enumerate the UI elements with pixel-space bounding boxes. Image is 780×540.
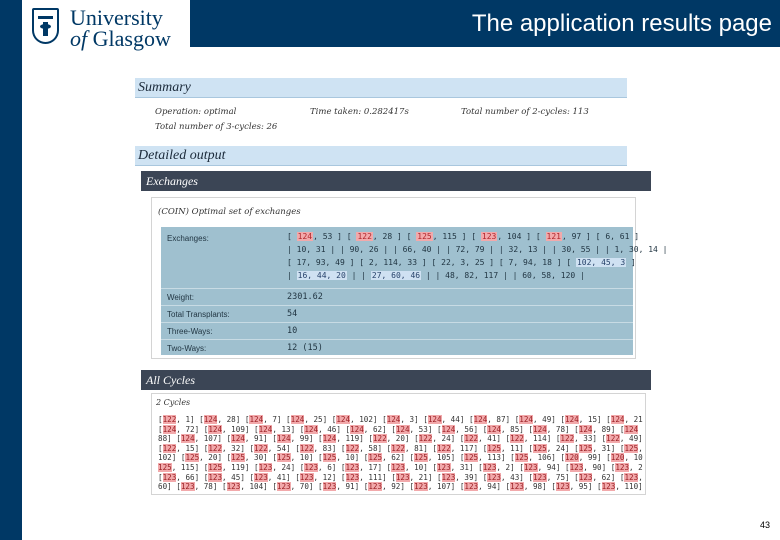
exchange-text: , 53 ] [ xyxy=(313,232,357,241)
highlighted-entry: 121 xyxy=(545,232,562,241)
highlighted-entry: 125 xyxy=(416,232,433,241)
university-logo: University of Glasgow xyxy=(22,0,190,56)
slide-title: The application results page xyxy=(471,10,772,37)
cycles-panel: 2 Cycles [122, 1] [124, 28] [124, 7] [12… xyxy=(151,393,646,495)
highlighted-entry: 122 xyxy=(356,232,373,241)
row-value-three-ways: 10 xyxy=(287,326,298,336)
exchanges-panel-title: (COIN) Optimal set of exchanges xyxy=(158,207,301,217)
exchange-line: [ 17, 93, 49 ] [ 2, 114, 33 ] [ 22, 3, 2… xyxy=(287,258,636,267)
exchange-text: [ 17, 93, 49 ] [ 2, 114, 33 ] [ 22, 3, 2… xyxy=(287,258,576,267)
cycle-line: 125, 115] [125, 119] [123, 24] [123, 6] … xyxy=(158,462,643,472)
exchange-text: | | 48, 82, 117 | | 60, 58, 120 | xyxy=(421,271,585,280)
title-banner: The application results page xyxy=(190,0,780,47)
crest-icon xyxy=(32,8,59,44)
exchange-line: [ 124, 53 ] [ 122, 28 ] [ 125, 115 ] [ 1… xyxy=(287,232,639,241)
exchange-line: | 10, 31 | | 90, 26 | | 66, 40 | | 72, 7… xyxy=(287,245,668,254)
row-label-two-ways: Two-Ways: xyxy=(167,344,207,353)
summary-box: Operation: optimal Time taken: 0.282417s… xyxy=(135,98,627,140)
exchange-text: [ xyxy=(287,232,297,241)
exchange-line: | 16, 44, 20 | | 27, 60, 46 | | 48, 82, … xyxy=(287,271,585,280)
summary-header: Summary xyxy=(135,78,627,98)
row-label-exchanges: Exchanges: xyxy=(167,234,209,243)
table-row: Weight: 2301.62 xyxy=(161,289,633,306)
cycle-line: [122, 15] [122, 32] [122, 54] [122, 83] … xyxy=(158,443,643,453)
highlighted-entry: 16, 44, 20 xyxy=(296,271,347,280)
left-sidebar-band xyxy=(0,0,22,540)
highlighted-entry: 27, 60, 46 xyxy=(370,271,422,280)
summary-time-taken: Time taken: 0.282417s xyxy=(310,107,409,117)
exchanges-section-header[interactable]: Exchanges xyxy=(141,171,651,191)
exchange-text: , 115 ] [ xyxy=(432,232,481,241)
highlighted-entry: 123 xyxy=(480,232,498,241)
detailed-output-header: Detailed output xyxy=(135,146,627,166)
cycles-panel-title: 2 Cycles xyxy=(156,398,191,407)
logo-text-glasgow: of Glasgow xyxy=(70,26,171,51)
cycle-lines: [122, 1] [124, 28] [124, 7] [124, 25] [1… xyxy=(158,415,643,492)
summary-operation: Operation: optimal xyxy=(155,107,237,117)
highlighted-entry: 124 xyxy=(296,232,314,241)
exchange-text: | 10, 31 | | 90, 26 | | 66, 40 | | 72, 7… xyxy=(287,245,668,254)
exchange-text: , 97 ] [ 6, 61 ] xyxy=(561,232,640,241)
exchange-text: ] xyxy=(626,258,636,267)
cycle-line: [124, 72] [124, 109] [124, 13] [124, 46]… xyxy=(158,424,639,434)
page-number: 43 xyxy=(759,520,770,530)
cycle-line: [122, 1] [124, 28] [124, 7] [124, 25] [1… xyxy=(158,415,643,424)
table-row: Two-Ways: 12 (15) xyxy=(161,340,633,355)
row-label-three-ways: Three-Ways: xyxy=(167,327,213,336)
summary-total-two-cycles: Total number of 2-cycles: 113 xyxy=(461,107,589,117)
exchange-text: | | xyxy=(346,271,371,280)
table-row: Exchanges: [ 124, 53 ] [ 122, 28 ] [ 125… xyxy=(161,227,668,289)
exchange-text: , 104 ] [ xyxy=(497,232,546,241)
cycle-line: 88] [124, 107] [124, 91] [124, 99] [124,… xyxy=(158,434,643,444)
highlighted-entry: 102, 45, 3 xyxy=(575,258,627,267)
cycle-line: [123, 66] [123, 45] [123, 41] [123, 12] … xyxy=(158,472,643,482)
exchanges-table: Exchanges: [ 124, 53 ] [ 122, 28 ] [ 125… xyxy=(161,227,668,355)
table-row: Three-Ways: 10 xyxy=(161,323,633,340)
all-cycles-section-header[interactable]: All Cycles xyxy=(141,370,651,390)
exchanges-panel: (COIN) Optimal set of exchanges Exchange… xyxy=(151,197,668,359)
exchange-text: , 28 ] [ xyxy=(372,232,417,241)
cycle-line: 60] [123, 78] [123, 104] [123, 70] [123,… xyxy=(158,482,643,492)
row-label-weight: Weight: xyxy=(167,293,194,302)
exchange-text: | xyxy=(287,271,297,280)
cycle-line: 102] [125, 20] [125, 30] [125, 10] [125,… xyxy=(158,453,643,463)
summary-total-three-cycles: Total number of 3-cycles: 26 xyxy=(155,122,278,132)
row-label-total-transplants: Total Transplants: xyxy=(167,310,230,319)
row-value-weight: 2301.62 xyxy=(287,292,323,302)
row-value-two-ways: 12 (15) xyxy=(287,343,323,353)
table-row: Total Transplants: 54 xyxy=(161,306,633,323)
row-value-total-transplants: 54 xyxy=(287,309,298,319)
